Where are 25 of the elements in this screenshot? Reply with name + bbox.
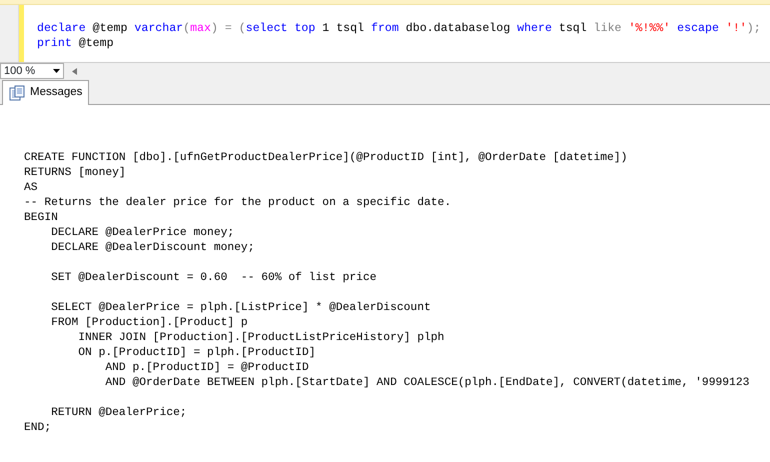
message-line: INNER JOIN [Production].[ProductListPriceHistory] plph <box>77 332 444 344</box>
message-line: BEGIN <box>24 212 58 224</box>
message-line: FROM [Production].[Product] p <box>50 317 248 329</box>
message-line: CREATE FUNCTION [dbo].[ufnGetProductDealerPrice](@ProductID [int], @OrderDate [datetime]) <box>24 152 628 164</box>
caret-icon <box>53 69 60 73</box>
messages-tab[interactable]: Messages <box>2 80 90 105</box>
message-line: DECLARE @DealerPrice money; <box>50 227 234 239</box>
zoom-dropdown[interactable]: 100 % <box>0 63 64 79</box>
message-line: AS <box>24 182 38 194</box>
message-line: ON p.[ProductID] = plph.[ProductID] <box>77 347 316 359</box>
scroll-left-icon[interactable] <box>72 68 77 74</box>
zoom-value: 100 % <box>4 64 36 79</box>
message-line: DECLARE @DealerDiscount money; <box>50 242 254 254</box>
message-line: -- Returns the dealer price for the product on a specific date. <box>24 197 452 209</box>
change-marker <box>19 5 24 62</box>
code-line: declare @temp varchar(max) = (select top 1 tsql from dbo.databaselog where tsql like '%!%%' escape '!'); <box>37 21 761 36</box>
message-line: END; <box>24 422 52 434</box>
message-line: AND @OrderDate BETWEEN plph.[StartDate] AND COALESCE(plph.[EndDate], CONVERT(datetime, '9999123 <box>104 377 750 389</box>
message-line: AND p.[ProductID] = @ProductID <box>104 362 309 374</box>
message-line: RETURN @DealerPrice; <box>50 407 187 419</box>
document-icon <box>9 85 25 101</box>
message-line: RETURNS [money] <box>24 167 126 179</box>
message-line: SET @DealerDiscount = 0.60 -- 60% of list price <box>50 272 377 284</box>
code-line: print @temp <box>37 36 114 51</box>
message-line: SELECT @DealerPrice = plph.[ListPrice] * @DealerDiscount <box>50 302 431 314</box>
